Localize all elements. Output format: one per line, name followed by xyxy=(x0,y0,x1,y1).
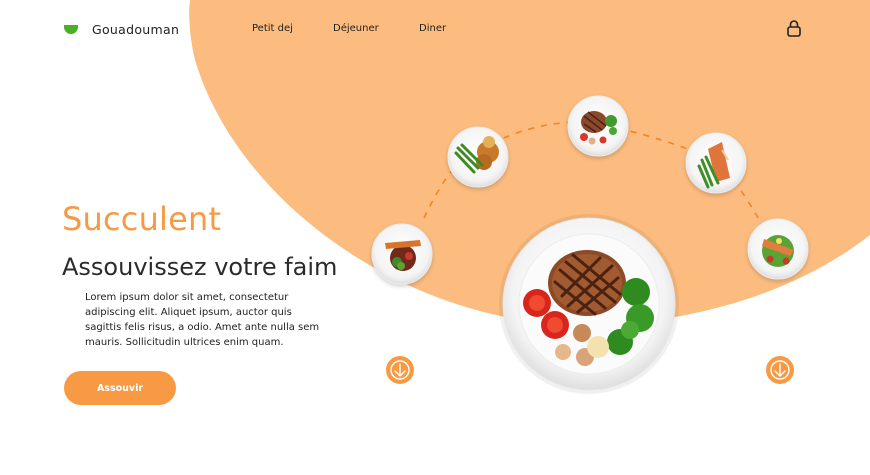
carousel-next-button[interactable] xyxy=(766,356,794,384)
logo[interactable]: Gouadouman xyxy=(64,22,179,37)
nav-item-diner[interactable]: Diner xyxy=(419,23,446,34)
brand-name: Gouadouman xyxy=(92,22,180,37)
dish-salad-sweet-potato[interactable] xyxy=(371,223,433,285)
dish-featured-steak[interactable] xyxy=(499,214,679,394)
nav-item-dejeuner[interactable]: Déjeuner xyxy=(333,23,379,34)
assouvir-button[interactable]: Assouvir xyxy=(64,371,176,405)
carousel-prev-button[interactable] xyxy=(386,356,414,384)
lock-icon[interactable] xyxy=(784,18,804,38)
nav-item-petit-dej[interactable]: Petit dej xyxy=(252,23,293,34)
hero-title: Succulent xyxy=(62,200,222,238)
dish-salmon-asparagus[interactable] xyxy=(685,132,747,194)
dish-grilled-steak-small[interactable] xyxy=(567,95,629,157)
dish-chicken-green-beans[interactable] xyxy=(447,126,509,188)
dish-salmon-salad[interactable] xyxy=(747,218,809,280)
bowl-icon xyxy=(64,25,78,34)
hero-subtitle: Assouvissez votre faim xyxy=(62,253,338,281)
hero-description: Lorem ipsum dolor sit amet, consectetur … xyxy=(85,292,320,348)
